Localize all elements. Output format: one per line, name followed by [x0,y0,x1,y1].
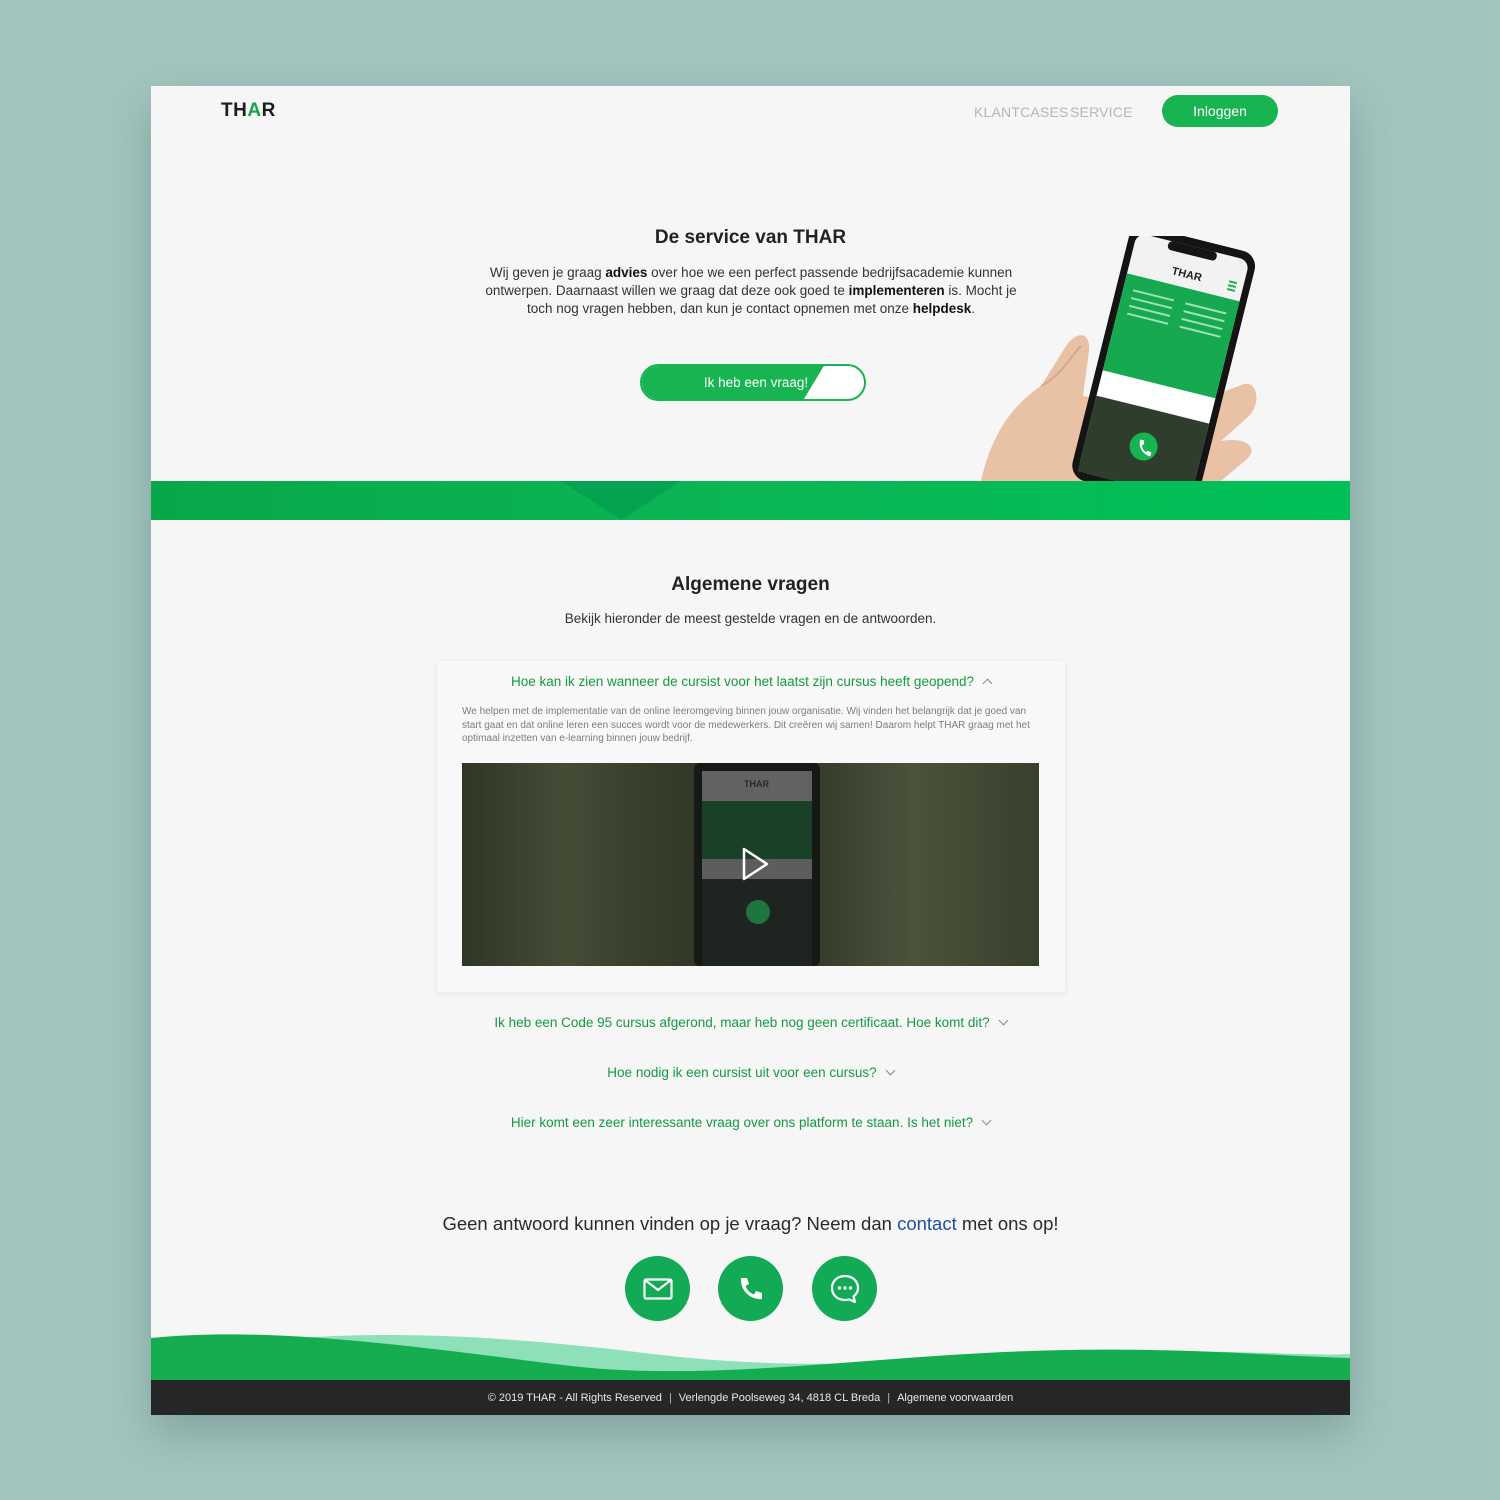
hero-description: Wij geven je graag advies over hoe we ee… [485,265,1017,316]
contact-link[interactable]: contact [897,1213,957,1234]
thar-logo[interactable]: THAR [221,100,276,122]
nav-link-service[interactable]: SERVICE [1070,104,1133,120]
logo-text-prefix: TH [221,100,248,121]
chevron-down-icon [885,1065,896,1076]
faq-question-text: Hoe kan ik zien wanneer de cursist voor … [510,674,974,689]
footer-separator: | [668,1391,672,1404]
mail-icon[interactable] [625,1256,690,1321]
video-player[interactable]: THAR [462,763,1039,966]
play-icon[interactable] [742,847,769,881]
ask-question-button[interactable]: Ik heb een vraag! [640,364,866,401]
footer-separator: | [887,1391,891,1404]
chevron-down-icon [981,1115,992,1126]
chevron-up-icon [982,678,993,689]
faq-question-code95[interactable]: Ik heb een Code 95 cursus afgerond, maar… [151,1015,1350,1030]
logo-text-suffix: R [261,100,276,121]
faq-question-invite[interactable]: Hoe nodig ik een cursist uit voor een cu… [151,1065,1350,1080]
faq-item-open: Hoe kan ik zien wanneer de cursist voor … [437,661,1065,992]
nav-link-klantcases[interactable]: KLANTCASES [974,104,1069,120]
chevron-down-icon [998,1015,1009,1026]
ask-question-label: Ik heb een vraag! [703,375,809,390]
faq-question-open[interactable]: Hoe kan ik zien wanneer de cursist voor … [437,674,1065,689]
chat-icon[interactable] [812,1256,877,1321]
band-triangle [561,481,681,520]
faq-question-platform[interactable]: Hier komt een zeer interessante vraag ov… [151,1115,1350,1130]
footer-copyright: © 2019 THAR - All Rights Reserved [487,1391,662,1404]
contact-prompt: Geen antwoord kunnen vinden op je vraag?… [442,1213,1059,1234]
login-button[interactable]: Inloggen [1162,95,1278,127]
faq-question-text: Hoe nodig ik een cursist uit voor een cu… [607,1065,877,1080]
footer-address: Verlengde Poolseweg 34, 4818 CL Breda [678,1391,881,1404]
page-canvas: THAR KLANTCASES SERVICE Inloggen De serv… [151,86,1350,1415]
video-call-button [746,900,770,924]
faq-question-text: Hier komt een zeer interessante vraag ov… [510,1115,974,1130]
footer-waves [151,1334,1350,1382]
faq-subtitle: Bekijk hieronder de meest gestelde vrage… [564,611,937,626]
logo-text-accent: A [247,100,262,121]
phone-in-hand-illustration: THAR [981,236,1257,481]
play-triangle [742,847,769,881]
phone-icon[interactable] [718,1256,783,1321]
faq-title: Algemene vragen [671,574,830,595]
faq-question-text: Ik heb een Code 95 cursus afgerond, maar… [494,1015,990,1030]
footer-terms-link[interactable]: Algemene voorwaarden [897,1392,1013,1404]
footer-bar: © 2019 THAR - All Rights Reserved | Verl… [151,1380,1350,1415]
faq-answer-text: We helpen met de implementatie van de on… [462,706,1030,744]
green-divider-band [151,481,1350,520]
